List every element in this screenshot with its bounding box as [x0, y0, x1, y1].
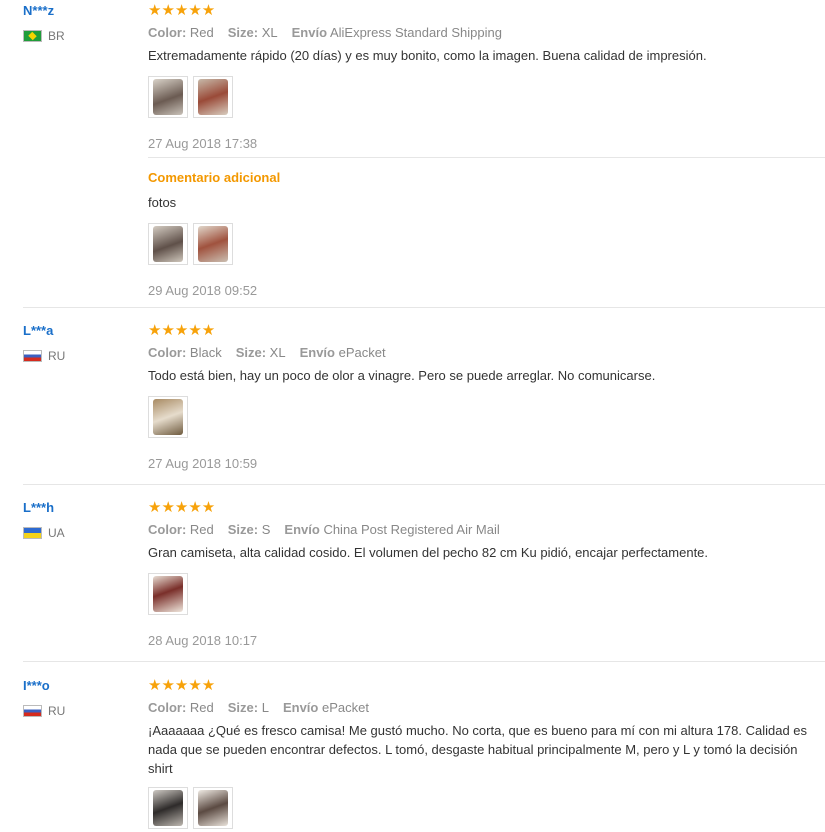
- review-photos: [148, 76, 825, 118]
- shipping-value: AliExpress Standard Shipping: [329, 25, 502, 40]
- divider: [23, 484, 825, 485]
- review-photo-thumbnail[interactable]: [148, 396, 188, 438]
- additional-comment-title: Comentario adicional: [148, 170, 281, 185]
- reviewer-country: RU: [23, 349, 65, 363]
- additional-content: Comentario adicional fotos 29 Aug 2018 0…: [148, 170, 825, 298]
- size-label: Size:: [235, 345, 267, 360]
- divider: [23, 307, 825, 308]
- review-text-line: shirt: [148, 761, 173, 776]
- divider: [23, 661, 825, 662]
- color-value: Red: [189, 700, 214, 715]
- review-photo-thumbnail[interactable]: [193, 223, 233, 265]
- size-value: XL: [269, 345, 286, 360]
- color-label: Color:: [148, 345, 187, 360]
- order-info: Color: Red Size: XL Envío AliExpress Stand…: [148, 25, 825, 40]
- reviewer-country: UA: [23, 526, 65, 540]
- review-text-line: ¡Aaaaaaa ¿Qué es fresco camisa! Me gustó…: [148, 723, 808, 738]
- size-value: S: [261, 522, 271, 537]
- review-date: 27 Aug 2018 17:38: [148, 136, 258, 151]
- ukraine-flag-icon: [23, 527, 42, 539]
- reviewer-country: BR: [23, 29, 65, 43]
- reviewer-name[interactable]: N***z: [23, 3, 54, 18]
- order-info: Color: Black Size: XL Envío ePacket: [148, 345, 825, 360]
- reviewer-name[interactable]: L***h: [23, 500, 54, 515]
- country-code: RU: [48, 704, 66, 718]
- review-photos: [148, 573, 825, 615]
- size-label: Size:: [227, 522, 259, 537]
- shipping-value: ePacket: [322, 700, 369, 715]
- divider: [148, 157, 825, 158]
- shipping-value: ePacket: [338, 345, 386, 360]
- review-date: 27 Aug 2018 10:59: [148, 456, 258, 471]
- shipping-value: China Post Registered Air Mail: [323, 522, 500, 537]
- review-content: ★★★★★ Color: Red Size: XL Envío AliExpress…: [148, 3, 825, 151]
- review-photos: [148, 396, 825, 438]
- brazil-flag-icon: [23, 30, 42, 42]
- country-code: UA: [48, 526, 65, 540]
- russia-flag-icon: [23, 350, 42, 362]
- shipping-label: Envío: [282, 700, 319, 715]
- color-value: Red: [189, 522, 214, 537]
- country-code: RU: [48, 349, 66, 363]
- additional-date: 29 Aug 2018 09:52: [148, 283, 258, 298]
- review-photos: [148, 787, 825, 829]
- review-photo-thumbnail[interactable]: [148, 76, 188, 118]
- russia-flag-icon: [23, 705, 42, 717]
- star-rating: ★★★★★: [148, 2, 216, 19]
- star-rating: ★★★★★: [148, 322, 216, 339]
- shipping-label: Envío: [284, 522, 320, 537]
- review-photo-thumbnail[interactable]: [148, 573, 188, 615]
- review-photo-thumbnail[interactable]: [193, 787, 233, 829]
- review-photo-thumbnail[interactable]: [193, 76, 233, 118]
- size-label: Size:: [227, 700, 259, 715]
- shipping-label: Envío: [291, 25, 328, 40]
- color-label: Color:: [148, 522, 187, 537]
- order-info: Color: Red Size: S Envío China Post Regist…: [148, 522, 825, 537]
- order-info: Color: Red Size: L Envío ePacket: [148, 700, 825, 715]
- review-text: Extremadamente rápido (20 días) y es muy…: [148, 48, 707, 63]
- review-text: Gran camiseta, alta calidad cosido. El v…: [148, 545, 709, 560]
- star-rating: ★★★★★: [148, 499, 216, 516]
- color-value: Black: [189, 345, 222, 360]
- review-content: ★★★★★ Color: Red Size: L Envío ePacket ¡Aa…: [148, 678, 825, 829]
- review-photos: [148, 223, 825, 265]
- reviewer-name[interactable]: L***a: [23, 323, 53, 338]
- review-text: Todo está bien, hay un poco de olor a vi…: [148, 368, 656, 383]
- review-photo-thumbnail[interactable]: [148, 223, 188, 265]
- review-date: 28 Aug 2018 10:17: [148, 633, 258, 648]
- size-label: Size:: [227, 25, 259, 40]
- color-value: Red: [189, 25, 214, 40]
- reviewer-name[interactable]: I***o: [23, 678, 50, 693]
- review-content: ★★★★★ Color: Black Size: XL Envío ePacket …: [148, 323, 825, 471]
- review-content: ★★★★★ Color: Red Size: S Envío China Post …: [148, 500, 825, 648]
- country-code: BR: [48, 29, 65, 43]
- size-value: XL: [261, 25, 278, 40]
- additional-text: fotos: [148, 195, 177, 210]
- color-label: Color:: [148, 700, 187, 715]
- size-value: L: [261, 700, 269, 715]
- color-label: Color:: [148, 25, 187, 40]
- review-text-line: nada que se pueden encontrar defectos. L…: [148, 742, 798, 757]
- star-rating: ★★★★★: [148, 677, 216, 694]
- shipping-label: Envío: [299, 345, 335, 360]
- reviewer-country: RU: [23, 704, 65, 718]
- review-photo-thumbnail[interactable]: [148, 787, 188, 829]
